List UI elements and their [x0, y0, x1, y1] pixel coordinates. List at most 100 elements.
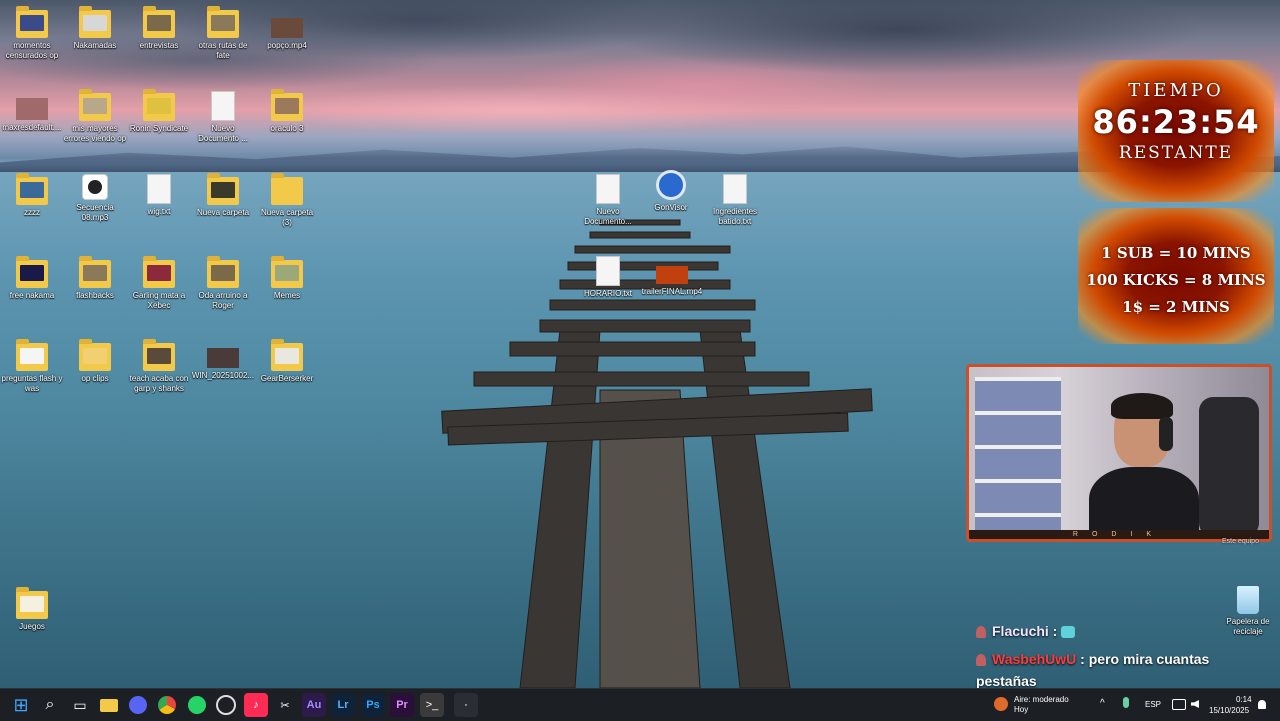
webcam-overlay: RODIK — [966, 364, 1272, 542]
chat-username: Flacuchi — [992, 623, 1049, 639]
this-pc-label[interactable]: Este equipo — [1222, 538, 1259, 545]
file-explorer-button[interactable] — [97, 693, 121, 717]
magnifier-app-icon — [656, 170, 686, 200]
weather-widget[interactable]: Aire: moderado Hoy — [992, 694, 1082, 716]
desktop-icon-momentos-censurados[interactable]: momentos censurados op — [0, 6, 64, 61]
loading-button[interactable]: ⸱ — [454, 693, 478, 717]
desktop-icon-win-capture[interactable]: WIN_20251002... — [191, 348, 255, 381]
chrome-icon — [158, 696, 176, 714]
desktop-icon-teach-acaba[interactable]: teach acaba con garp y shanks — [127, 339, 191, 394]
capcut-icon: ✂ — [280, 699, 290, 712]
premiere-button[interactable]: Pr — [390, 693, 414, 717]
folder-icon — [16, 6, 48, 38]
rate-dollar: 1$ = 2 MINS — [1122, 298, 1230, 316]
desktop-icon-secuencia-08[interactable]: Secuencia 08.mp3 — [63, 174, 127, 223]
folder-icon — [79, 6, 111, 38]
whatsapp-icon — [188, 696, 206, 714]
desktop-icon-memes[interactable]: Memes — [255, 256, 319, 301]
text-document-icon — [723, 174, 747, 204]
folder-icon — [143, 339, 175, 371]
desktop-icon-free-nakama[interactable]: free nakama — [0, 256, 64, 301]
desktop-icon-flashbacks[interactable]: flashbacks — [63, 256, 127, 301]
desktop-icon-ronin-syndicate[interactable]: Ronin Syndicate — [127, 89, 191, 134]
desktop-icon-mis-mayores-errores[interactable]: mis mayores errores viendo op — [63, 89, 127, 144]
capcut-button[interactable]: ✂ — [273, 693, 297, 717]
tray-overflow-chevron-icon[interactable]: ^ — [1100, 698, 1105, 709]
desktop-icon-trailer-final[interactable]: trailerFINAL.mp4 — [640, 266, 704, 297]
webcam-chair — [1199, 397, 1259, 537]
timer-title: TIEMPO — [1128, 80, 1224, 101]
desktop-icon-ingredientes-batido[interactable]: Ingredientes batido.txt — [703, 174, 767, 227]
task-view-button[interactable]: ▭ — [68, 693, 92, 717]
folder-icon — [143, 256, 175, 288]
start-button[interactable]: ⊞ — [9, 693, 33, 717]
desktop-icon-entrevistas[interactable]: entrevistas — [127, 6, 191, 51]
chrome-button[interactable] — [155, 693, 179, 717]
tiktok-button[interactable]: ♪ — [244, 693, 268, 717]
discord-icon — [129, 696, 147, 714]
play-circle-icon — [88, 180, 102, 194]
desktop-icon-garling-mata-xebec[interactable]: Garling mata a Xebec — [127, 256, 191, 311]
desktop-icon-otras-rutas[interactable]: otras rutas de fate — [191, 6, 255, 61]
audition-button[interactable]: Au — [302, 693, 326, 717]
premiere-icon: Pr — [396, 699, 408, 711]
desktop-icon-nuevo-documento-2[interactable]: Nuevo Documento... — [576, 174, 640, 227]
lightroom-button[interactable]: Lr — [331, 693, 355, 717]
timer-value: 86:23:54 — [1092, 103, 1260, 141]
emote-icon — [1061, 626, 1076, 639]
folder-icon — [16, 256, 48, 288]
subathon-rates-panel: 1 SUB = 10 MINS 100 KICKS = 8 MINS 1$ = … — [1078, 208, 1274, 344]
desktop-icon-gear-berserker[interactable]: GearBerserker — [255, 339, 319, 384]
desktop-icon-zzzz[interactable]: zzzz — [0, 173, 64, 218]
notification-bell-icon[interactable] — [1258, 700, 1266, 709]
chat-username: WasbehUwU — [992, 651, 1077, 667]
weather-icon — [994, 697, 1008, 711]
desktop-icon-oraculo-3[interactable]: oraculo 3 — [255, 89, 319, 134]
desktop-icon-nakamadas[interactable]: Nakamadas — [63, 6, 127, 51]
weather-status: Aire: moderado — [1014, 695, 1069, 704]
recycle-bin-icon — [1237, 586, 1259, 614]
desktop-icon-maxresdefault[interactable]: maxresdefault.... — [0, 98, 64, 133]
discord-button[interactable] — [126, 693, 150, 717]
desktop-icon-gonvisor[interactable]: GonVisor — [639, 170, 703, 213]
rate-sub: 1 SUB = 10 MINS — [1101, 244, 1251, 262]
photoshop-icon: Ps — [366, 699, 380, 711]
video-thumbnail-icon — [271, 18, 303, 38]
microphone-icon[interactable] — [1123, 697, 1129, 708]
desktop-icon-popco-video[interactable]: popço.mp4 — [255, 18, 319, 51]
obs-button[interactable] — [214, 693, 238, 717]
network-icon[interactable] — [1172, 699, 1186, 710]
folder-icon — [79, 89, 111, 121]
tiktok-icon: ♪ — [253, 699, 259, 711]
desktop-icon-op-clips[interactable]: op clips — [63, 339, 127, 384]
language-indicator[interactable]: ESP — [1145, 700, 1161, 710]
chat-message: WasbehUwU : pero mira cuantas pestañas — [976, 648, 1226, 692]
desktop-icon-juegos[interactable]: Juegos — [0, 587, 64, 632]
clock-time[interactable]: 0:14 — [1236, 695, 1252, 705]
desktop-icon-nueva-carpeta-3[interactable]: Nueva carpeta (3) — [255, 173, 319, 228]
desktop-icon-nueva-carpeta[interactable]: Nueva carpeta — [191, 173, 255, 218]
desktop-icon-horario[interactable]: HORARIO.txt — [576, 256, 640, 299]
desktop-icon-nuevo-documento-1[interactable]: Nuevo Documento ... — [191, 91, 255, 144]
volume-icon[interactable] — [1191, 700, 1199, 708]
search-button[interactable]: ⌕ — [38, 693, 62, 717]
chat-overlay: Flacuchi : WasbehUwU : pero mira cuantas… — [976, 620, 1226, 698]
image-thumbnail-icon — [207, 348, 239, 368]
folder-icon — [16, 587, 48, 619]
search-icon: ⌕ — [45, 696, 55, 713]
image-thumbnail-icon — [16, 98, 48, 120]
streamer-hair — [1111, 393, 1173, 419]
whatsapp-button[interactable] — [185, 693, 209, 717]
folder-icon — [79, 339, 111, 371]
photoshop-button[interactable]: Ps — [361, 693, 385, 717]
text-document-icon — [211, 91, 235, 121]
chat-message: Flacuchi : — [976, 620, 1226, 642]
lightroom-icon: Lr — [337, 699, 349, 711]
folder-icon — [271, 89, 303, 121]
terminal-button[interactable]: >_ — [420, 693, 444, 717]
desktop-icon-wig-txt[interactable]: wig.txt — [127, 174, 191, 217]
terminal-icon: >_ — [425, 699, 439, 711]
desktop-icon-oda-arruino-roger[interactable]: Oda arruino a Roger — [191, 256, 255, 311]
desktop-icon-preguntas-flash[interactable]: preguntas flash y was — [0, 339, 64, 394]
clock-date[interactable]: 15/10/2025 — [1209, 706, 1249, 716]
